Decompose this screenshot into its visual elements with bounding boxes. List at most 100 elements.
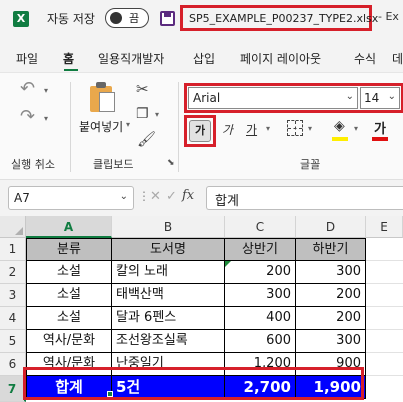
autosave-toggle[interactable]: 끔 — [105, 8, 149, 28]
column-header-d[interactable]: D — [296, 216, 366, 238]
font-name-value: Arial — [193, 91, 221, 105]
header-cell[interactable]: 하반기 — [296, 238, 366, 261]
autosave-state: 끔 — [129, 12, 140, 25]
column-header-a[interactable]: A — [26, 216, 112, 238]
chevron-down-icon[interactable]: ▾ — [354, 124, 358, 133]
font-color-button[interactable]: 가 — [374, 118, 386, 137]
table-cell[interactable]: 난중일기 — [112, 353, 225, 376]
cut-icon[interactable]: ✂ — [136, 80, 149, 98]
table-cell[interactable]: 소설 — [26, 307, 112, 330]
row-header-7[interactable]: 7 — [0, 376, 26, 402]
table-cell[interactable]: 900 — [296, 353, 366, 376]
table-cell[interactable]: 300 — [296, 261, 366, 284]
chevron-down-icon[interactable]: ▾ — [155, 110, 159, 119]
borders-icon[interactable] — [287, 120, 303, 136]
column-header-e[interactable]: E — [366, 216, 403, 238]
tab-developer[interactable]: 일용직개발자 — [98, 50, 164, 67]
undo-icon[interactable]: ↶ — [20, 78, 35, 99]
row-header-5[interactable]: 5 — [0, 330, 26, 353]
table-cell[interactable]: 소설 — [26, 261, 112, 284]
fill-color-swatch — [332, 137, 348, 141]
group-label-clipboard: 클립보드 — [93, 158, 134, 171]
font-size-dropdown[interactable]: 14 ⌄ — [360, 87, 400, 109]
tab-formulas[interactable]: 수식 — [354, 50, 376, 67]
chevron-down-icon[interactable]: ▾ — [126, 120, 130, 129]
chevron-down-icon[interactable]: ▾ — [308, 124, 312, 133]
table-cell[interactable]: 300 — [225, 284, 296, 307]
empty-cell[interactable] — [366, 330, 403, 353]
tab-insert[interactable]: 삽입 — [193, 50, 215, 67]
tab-file[interactable]: 파일 — [16, 50, 38, 67]
empty-cell[interactable] — [366, 353, 403, 376]
header-cell[interactable]: 분류 — [26, 238, 112, 261]
empty-cell[interactable] — [366, 307, 403, 330]
fill-handle[interactable] — [107, 391, 113, 397]
empty-cell[interactable] — [366, 261, 403, 284]
enter-icon[interactable]: ✓ — [166, 189, 177, 204]
row-header-3[interactable]: 3 — [0, 284, 26, 307]
name-box[interactable]: A7 ⌄ — [8, 186, 134, 210]
table-cell[interactable]: 소설 — [26, 284, 112, 307]
formula-input[interactable]: 합계 — [206, 186, 403, 210]
redo-icon[interactable]: ↷ — [20, 106, 35, 127]
active-tab-indicator — [64, 69, 78, 71]
total-label-cell[interactable]: 합계 — [26, 376, 112, 399]
group-label-undo: 실행 취소 — [11, 158, 55, 171]
font-name-dropdown[interactable]: Arial ⌄ — [188, 87, 358, 109]
table-cell[interactable]: 역사/문화 — [26, 353, 112, 376]
chevron-down-icon[interactable]: ⌄ — [346, 91, 354, 102]
table-cell[interactable]: 칼의 노래 — [112, 261, 225, 284]
column-header-b[interactable]: B — [112, 216, 225, 238]
insert-function-button[interactable]: fx — [182, 188, 194, 203]
header-cell[interactable]: 도서명 — [112, 238, 225, 261]
chevron-down-icon[interactable]: ⌄ — [388, 91, 396, 102]
copy-icon[interactable]: ❐ — [136, 106, 149, 122]
save-icon[interactable] — [160, 11, 175, 26]
table-cell[interactable]: 600 — [225, 330, 296, 353]
fill-color-icon[interactable]: ◈ — [334, 118, 345, 134]
table-cell[interactable]: 태백산맥 — [112, 284, 225, 307]
chevron-down-icon[interactable]: ▾ — [44, 86, 48, 95]
table-cell[interactable]: 200 — [296, 284, 366, 307]
italic-button[interactable]: 가 — [222, 121, 233, 138]
more-icon[interactable]: ⋮ — [138, 189, 150, 203]
table-cell[interactable]: 달과 6펜스 — [112, 307, 225, 330]
formula-content: 합계 — [215, 194, 239, 209]
table-cell[interactable]: 1,200 — [225, 353, 296, 376]
chevron-down-icon[interactable]: ▾ — [44, 114, 48, 123]
header-cell[interactable]: 상반기 — [225, 238, 296, 261]
table-cell[interactable]: 400 — [225, 307, 296, 330]
paste-icon[interactable] — [90, 82, 116, 112]
ribbon-tabs: 파일 홈 일용직개발자 삽입 페이지 레이아웃 수식 데 — [0, 38, 403, 70]
tab-data[interactable]: 데 — [392, 50, 403, 67]
bold-button[interactable]: 가 — [189, 120, 211, 142]
chevron-down-icon[interactable]: ⌄ — [120, 191, 128, 202]
cancel-icon[interactable]: ✕ — [150, 189, 161, 204]
table-cell[interactable]: 300 — [296, 330, 366, 353]
table-cell[interactable]: 역사/문화 — [26, 330, 112, 353]
empty-cell[interactable] — [366, 238, 403, 261]
format-painter-icon[interactable]: 🖌 — [137, 130, 156, 148]
total-second-half-cell[interactable]: 1,900 — [296, 376, 366, 399]
row-header-4[interactable]: 4 — [0, 307, 26, 330]
total-first-half-cell[interactable]: 2,700 — [225, 376, 296, 399]
tab-home[interactable]: 홈 — [63, 50, 74, 67]
total-count-cell[interactable]: 5건 — [112, 376, 225, 399]
column-header-c[interactable]: C — [225, 216, 296, 238]
table-cell[interactable]: 조선왕조실록 — [112, 330, 225, 353]
underline-button[interactable]: 가 — [246, 121, 257, 138]
empty-cell[interactable] — [366, 284, 403, 307]
group-label-font: 글꼴 — [300, 158, 321, 171]
select-all-button[interactable] — [0, 216, 26, 238]
row-header-6[interactable]: 6 — [0, 353, 26, 376]
row-header-2[interactable]: 2 — [0, 261, 26, 284]
table-cell[interactable]: 200 — [296, 307, 366, 330]
paste-button[interactable]: 붙여넣기 — [79, 118, 123, 135]
chevron-down-icon[interactable]: ▾ — [266, 124, 270, 133]
tab-page-layout[interactable]: 페이지 레이아웃 — [240, 50, 321, 67]
table-cell[interactable]: 200 — [225, 261, 296, 284]
excel-icon: X — [13, 11, 29, 27]
file-name[interactable]: SP5_EXAMPLE_P00237_TYPE2.xlsx — [189, 12, 378, 25]
dialog-launcher-icon[interactable]: ⬊ — [167, 158, 175, 168]
row-header-1[interactable]: 1 — [0, 238, 26, 261]
